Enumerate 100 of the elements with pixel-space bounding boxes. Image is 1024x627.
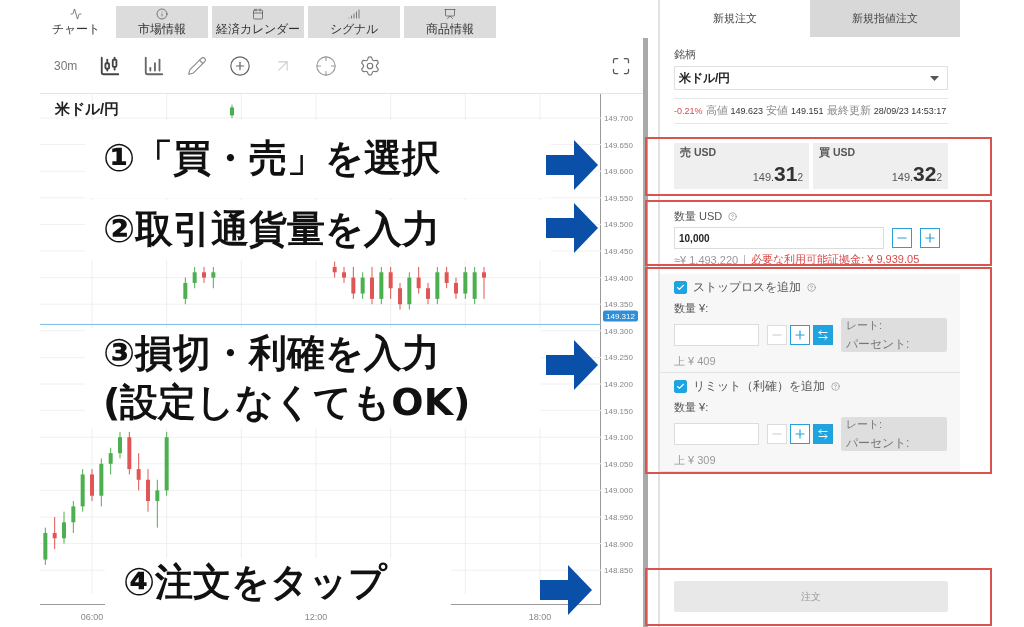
stat-label: 最終更新 [826, 104, 871, 118]
plus-icon [793, 427, 807, 441]
check-icon [676, 283, 685, 292]
quantity-label: 数量 USD [674, 209, 723, 224]
candle [52, 516, 57, 550]
plus-button[interactable] [790, 424, 810, 444]
chart-tab[interactable]: シグナル [308, 6, 400, 38]
swap-button[interactable] [813, 424, 833, 444]
checkbox[interactable] [674, 281, 687, 294]
y-axis-label: 149.250 [604, 352, 633, 362]
help-icon[interactable] [728, 212, 738, 221]
y-axis-label: 149.450 [604, 246, 633, 256]
symbol-select[interactable]: 米ドル/円 [674, 66, 948, 90]
candle [202, 266, 206, 284]
checkbox-label: リミット（利確）を追加 [693, 378, 825, 395]
crosshair-icon[interactable] [315, 54, 338, 77]
plus-button[interactable] [790, 325, 810, 345]
info-icon [156, 8, 168, 20]
candle [99, 458, 104, 507]
candle [454, 277, 458, 300]
candle [136, 452, 141, 491]
approx-value: ≈¥ 1,493,220 [674, 253, 739, 266]
candle [146, 468, 150, 513]
stat-label: 高値 [705, 104, 728, 118]
plus-icon [793, 328, 807, 342]
annotation-text: ①「買・売」を選択 [103, 135, 442, 183]
candle [230, 104, 234, 119]
candle [342, 266, 346, 284]
interval-label[interactable]: 30m [54, 58, 78, 73]
presentation-icon [444, 8, 456, 20]
stat-value: 149.151 [791, 106, 824, 116]
candle [43, 527, 48, 566]
chart-tab[interactable]: 市場情報 [116, 6, 208, 38]
swap-icon [817, 428, 829, 440]
y-axis-label: 149.200 [604, 379, 633, 389]
candle [407, 271, 412, 310]
arrow-icon [546, 340, 598, 390]
swap-button[interactable] [813, 325, 833, 345]
settings-icon[interactable] [359, 54, 382, 77]
percent-label: パーセント: [846, 434, 911, 452]
candle [379, 266, 384, 305]
candle [62, 511, 66, 545]
stat-value: 149.623 [730, 106, 764, 116]
amount-field[interactable] [674, 423, 759, 445]
x-axis-label: 06:00 [80, 612, 104, 622]
help-icon[interactable] [831, 382, 840, 391]
y-axis-label: 149.550 [604, 193, 633, 203]
candle [192, 266, 197, 289]
y-axis-label: 149.500 [604, 219, 633, 229]
stat-label: 安値 [766, 104, 789, 118]
candle [71, 500, 76, 534]
y-axis-label: 149.400 [604, 273, 633, 283]
candle [482, 266, 486, 300]
minus-button[interactable] [892, 228, 912, 248]
stat-value: 28/09/23 14:53:17 [873, 106, 947, 116]
price-tag: 149.312 [603, 310, 638, 322]
calendar-icon [252, 8, 264, 20]
plus-icon [923, 231, 937, 245]
y-axis-label: 149.050 [604, 459, 633, 469]
y-axis-label: 149.000 [604, 485, 633, 495]
candle [211, 266, 216, 289]
y-axis-label: 149.650 [604, 140, 633, 150]
pencil-icon[interactable] [187, 55, 208, 76]
quantity-field[interactable]: 10,000 [674, 227, 884, 249]
amount-field[interactable] [674, 324, 759, 346]
order-tab[interactable]: 新規指値注文 [810, 0, 960, 37]
x-axis-label: 18:00 [528, 612, 552, 622]
plus-circle-icon[interactable] [229, 54, 252, 77]
checkbox-label: ストップロスを追加 [693, 279, 801, 296]
check-icon [676, 382, 685, 391]
annotation-text: (設定しなくてもOK) [103, 379, 472, 426]
y-axis-label: 148.900 [604, 539, 633, 549]
candle [127, 431, 132, 475]
y-axis-label: 149.150 [604, 406, 633, 416]
quantity-label: 数量 ¥: [674, 400, 710, 415]
candle [360, 271, 365, 300]
candlestick-icon[interactable] [99, 54, 122, 77]
bar-chart-icon[interactable] [143, 54, 166, 77]
price-label: 売 USD [680, 146, 718, 160]
percent-label: パーセント: [846, 335, 911, 353]
rate-label: レート: [846, 416, 884, 432]
candle [388, 266, 393, 300]
arrow-icon [540, 565, 592, 615]
chart-tab[interactable]: 経済カレンダー [212, 6, 304, 38]
plus-button[interactable] [920, 228, 940, 248]
quantity-label: 数量 ¥: [674, 301, 710, 316]
candle [90, 468, 94, 502]
fullscreen-icon[interactable] [611, 55, 631, 76]
chart-tab[interactable]: 商品情報 [404, 6, 496, 38]
candle [398, 282, 402, 310]
arrow-icon [546, 140, 598, 190]
checkbox[interactable] [674, 380, 687, 393]
y-axis-label: 148.950 [604, 512, 633, 522]
candle [463, 266, 468, 300]
y-axis-label: 149.100 [604, 432, 633, 442]
y-axis-label: 149.700 [604, 113, 633, 123]
help-icon[interactable] [807, 283, 816, 292]
candle [472, 266, 477, 305]
swap-icon [817, 329, 829, 341]
change-value: -0.21% [674, 106, 703, 116]
